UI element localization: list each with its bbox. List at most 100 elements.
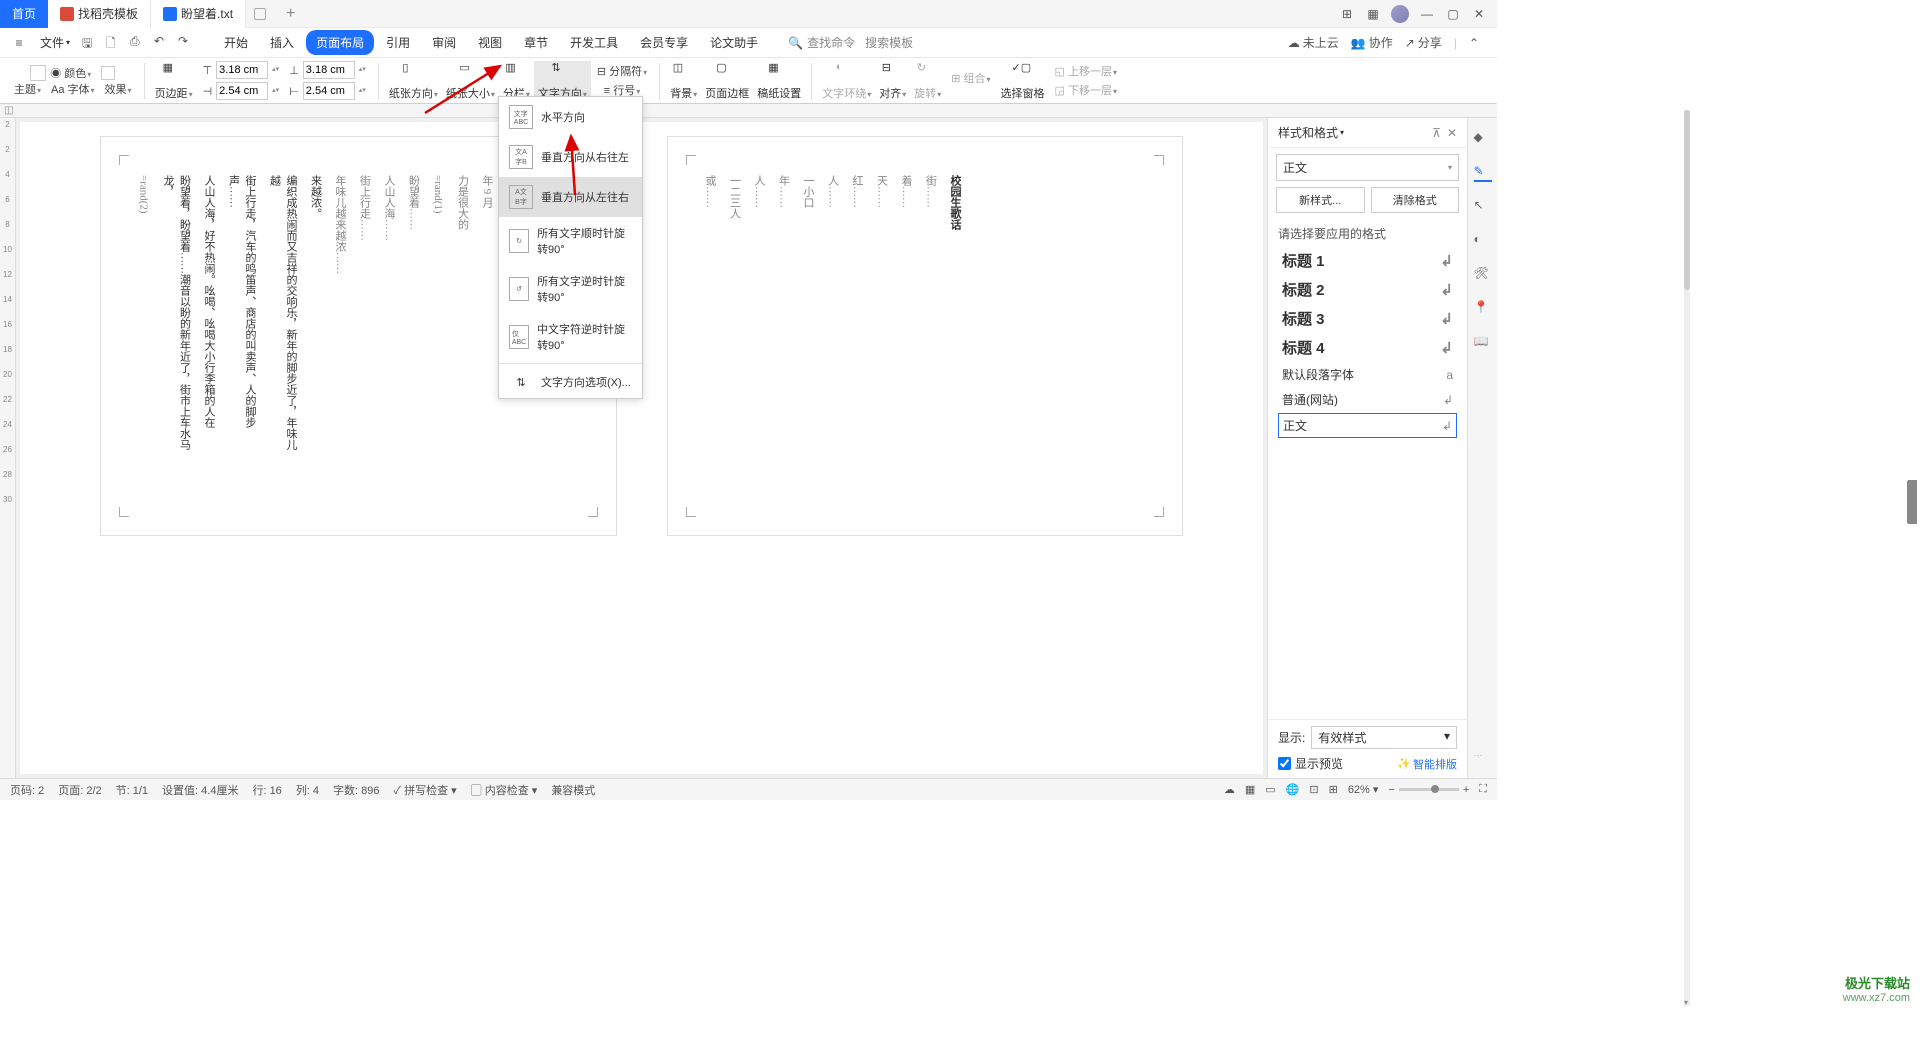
effect-dropdown[interactable]: 效果▾ xyxy=(105,81,132,97)
command-search[interactable]: 🔍 查找命令 xyxy=(788,34,855,51)
style-heading2[interactable]: 标题 2↲ xyxy=(1268,275,1467,304)
pin-icon[interactable]: ⊼ xyxy=(1432,126,1441,140)
genkoyoshi-button[interactable]: ▦稿纸设置 xyxy=(753,61,805,101)
tab-document[interactable]: 盼望着.txt xyxy=(151,0,246,28)
tab-page-layout[interactable]: 页面布局 xyxy=(306,30,374,55)
new-style-button[interactable]: 新样式... xyxy=(1276,187,1365,213)
avatar[interactable] xyxy=(1391,5,1409,23)
font-dropdown[interactable]: Aa 字体▾ xyxy=(51,81,95,97)
tab-template[interactable]: 找稻壳模板 xyxy=(48,0,151,28)
dd-horizontal[interactable]: 文字ABC水平方向 xyxy=(499,97,642,137)
status-col[interactable]: 列: 4 xyxy=(296,782,319,798)
new-tab-button[interactable]: + xyxy=(274,5,307,23)
view-read-icon[interactable]: ▭ xyxy=(1265,783,1275,796)
dd-vertical-ltr[interactable]: A文B字垂直方向从左往右 xyxy=(499,177,642,217)
view-outline-icon[interactable]: ⊡ xyxy=(1309,783,1318,796)
fullscreen-icon[interactable]: ⛶ xyxy=(1479,783,1487,796)
view-speech-icon[interactable]: ☁ xyxy=(1224,783,1235,796)
message-icon[interactable] xyxy=(254,8,266,20)
redo-icon[interactable]: ↷ xyxy=(178,34,196,52)
close-panel-icon[interactable]: ✕ xyxy=(1447,126,1457,140)
status-spellcheck[interactable]: ✓ 拼写检查 ▾ xyxy=(394,782,457,798)
background-button[interactable]: ◫背景▾ xyxy=(666,61,701,101)
print-preview-icon[interactable]: 🗋 xyxy=(106,34,124,52)
style-default-font[interactable]: 默认段落字体a xyxy=(1268,362,1467,387)
style-heading1[interactable]: 标题 1↲ xyxy=(1268,246,1467,275)
tab-section[interactable]: 章节 xyxy=(514,30,558,55)
dd-cjk-rotate[interactable]: 仅ABC中文字符逆时针旋转90° xyxy=(499,313,642,361)
status-section[interactable]: 节: 1/1 xyxy=(116,782,148,798)
smart-layout-button[interactable]: ✨智能排版 xyxy=(1397,756,1457,772)
margin-bottom-input[interactable] xyxy=(303,61,355,79)
more-icon[interactable]: ⋯ xyxy=(1474,750,1492,768)
horizontal-ruler[interactable]: ◫ xyxy=(0,104,1497,118)
selection-pane-button[interactable]: ✓▢选择窗格 xyxy=(997,61,1049,101)
print-icon[interactable]: ⎙ xyxy=(130,34,148,52)
location-icon[interactable]: 📍 xyxy=(1474,300,1492,318)
collapse-ribbon-icon[interactable]: ⌃ xyxy=(1469,36,1479,50)
align-button[interactable]: ⊟对齐▾ xyxy=(875,61,910,101)
zoom-in-icon[interactable]: + xyxy=(1463,784,1469,796)
tab-start[interactable]: 开始 xyxy=(214,30,258,55)
dd-rotate-ccw[interactable]: ↺所有文字逆时针旋转90° xyxy=(499,265,642,313)
layout-icon[interactable]: ⊞ xyxy=(1339,6,1355,22)
clear-format-button[interactable]: 清除格式 xyxy=(1371,187,1460,213)
text-direction-button[interactable]: ⇅文字方向▾ xyxy=(534,61,591,101)
status-contentcheck[interactable]: ▢ 内容检查 ▾ xyxy=(471,782,538,798)
page-2[interactable]: 或…… 一二三人 人…… 年…… 一小口 人…… 红…… 天…… 着…… 街……… xyxy=(667,136,1184,536)
view-print-icon[interactable]: ▦ xyxy=(1245,783,1255,796)
zoom-out-icon[interactable]: − xyxy=(1388,784,1394,796)
zoom-level[interactable]: 62% ▾ xyxy=(1348,783,1379,796)
status-page[interactable]: 页面: 2/2 xyxy=(58,782,101,798)
columns-button[interactable]: ▥分栏▾ xyxy=(499,61,534,101)
cloud-status[interactable]: ☁ 未上云 xyxy=(1288,34,1339,51)
tab-paper[interactable]: 论文助手 xyxy=(700,30,768,55)
margin-top-input[interactable] xyxy=(216,61,268,79)
style-body[interactable]: 正文↲ xyxy=(1278,413,1457,438)
select-icon[interactable]: ↖ xyxy=(1474,198,1492,216)
file-menu[interactable]: 文件▾ xyxy=(40,34,70,51)
style-heading3[interactable]: 标题 3↲ xyxy=(1268,304,1467,333)
assistant-icon[interactable]: ◆ xyxy=(1474,130,1492,148)
color-dropdown[interactable]: ◉ 颜色▾ xyxy=(50,65,91,81)
close-button[interactable]: ✕ xyxy=(1471,6,1487,22)
maximize-button[interactable]: ▢ xyxy=(1445,6,1461,22)
share-button[interactable]: ↗ 分享 xyxy=(1405,34,1442,51)
style-heading4[interactable]: 标题 4↲ xyxy=(1268,333,1467,362)
tab-home[interactable]: 首页 xyxy=(0,0,48,28)
template-search[interactable]: 搜索模板 xyxy=(865,34,913,51)
current-style-combo[interactable]: 正文▾ xyxy=(1276,154,1459,181)
view-fit-icon[interactable]: ⊞ xyxy=(1329,783,1338,796)
show-combo[interactable]: 有效样式▾ xyxy=(1311,726,1457,749)
zoom-slider[interactable]: − + xyxy=(1388,784,1469,796)
status-wordcount[interactable]: 字数: 896 xyxy=(333,782,379,798)
paper-size-button[interactable]: ▭纸张大小▾ xyxy=(442,61,499,101)
view-web-icon[interactable]: 🌐 xyxy=(1286,783,1300,796)
vertical-ruler[interactable]: 22 46 810 1214 1618 2022 2426 2830 xyxy=(0,118,16,778)
orientation-button[interactable]: ▯纸张方向▾ xyxy=(385,61,442,101)
tab-references[interactable]: 引用 xyxy=(376,30,420,55)
breaks-button[interactable]: ⊟ 分隔符▾ xyxy=(597,63,647,79)
tab-view[interactable]: 视图 xyxy=(468,30,512,55)
status-line[interactable]: 行: 16 xyxy=(252,782,281,798)
margin-right-input[interactable] xyxy=(303,82,355,100)
shape-icon[interactable]: ◐ xyxy=(1474,232,1492,250)
status-page-no[interactable]: 页码: 2 xyxy=(10,782,44,798)
tool-icon[interactable]: 🛠 xyxy=(1474,266,1492,284)
tab-review[interactable]: 审阅 xyxy=(422,30,466,55)
preview-checkbox[interactable]: 显示预览 xyxy=(1278,755,1343,772)
undo-icon[interactable]: ↶ xyxy=(154,34,172,52)
save-icon[interactable]: 🖫 xyxy=(82,34,100,52)
margins-button[interactable]: ▦ 页边距▾ xyxy=(151,61,197,101)
status-position[interactable]: 设置值: 4.4厘米 xyxy=(162,782,238,798)
page-border-button[interactable]: ▢页面边框 xyxy=(701,61,753,101)
tab-member[interactable]: 会员专享 xyxy=(630,30,698,55)
styles-icon[interactable]: ✎ xyxy=(1474,164,1492,182)
style-normal-web[interactable]: 普通(网站)↲ xyxy=(1268,387,1467,412)
scrollbar-down-icon[interactable]: ▾ xyxy=(1684,998,1690,1004)
book-icon[interactable]: 📖 xyxy=(1474,334,1492,352)
dd-rotate-cw[interactable]: ↻所有文字顺时针旋转90° xyxy=(499,217,642,265)
theme-dropdown[interactable]: 主题▾ xyxy=(14,81,41,97)
dd-vertical-rtl[interactable]: 文A字B垂直方向从右往左 xyxy=(499,137,642,177)
status-compat[interactable]: 兼容模式 xyxy=(551,782,595,798)
